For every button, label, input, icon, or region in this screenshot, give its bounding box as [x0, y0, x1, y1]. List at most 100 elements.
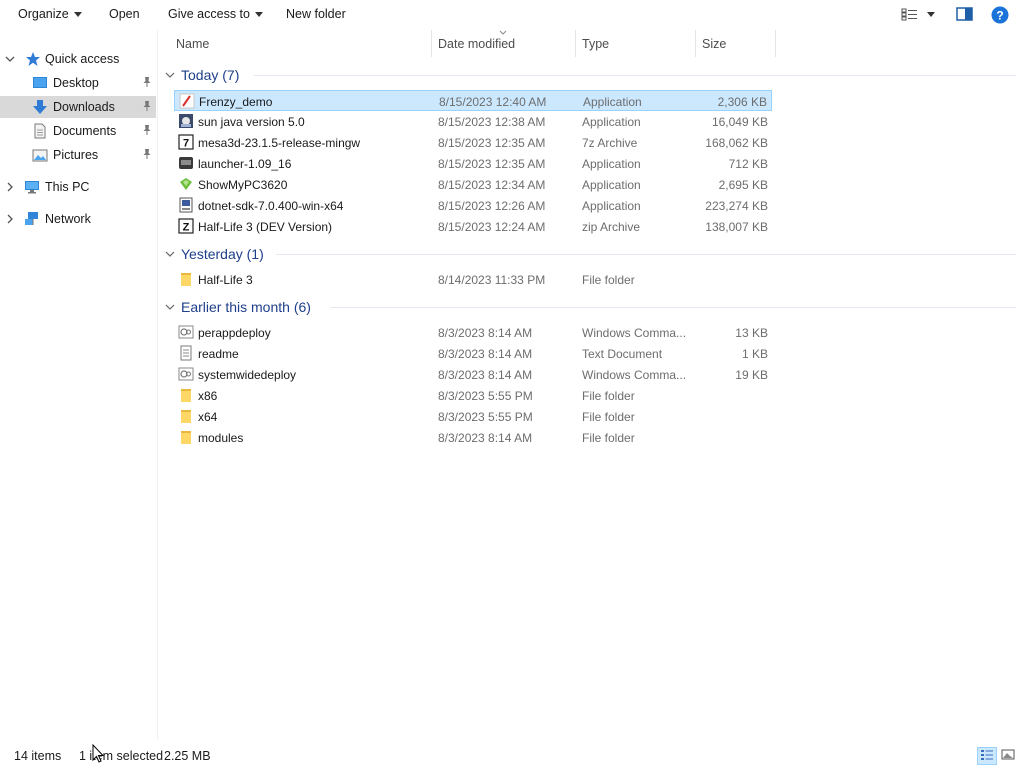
file-name: Half-Life 3 (DEV Version) — [198, 220, 333, 234]
zip-archive-icon: Z — [178, 218, 194, 234]
file-row[interactable]: dotnet-sdk-7.0.400-win-x64 8/15/2023 12:… — [174, 195, 772, 216]
organize-button[interactable]: Organize — [18, 7, 82, 21]
give-access-label: Give access to — [168, 7, 250, 21]
nav-item-downloads[interactable]: Downloads — [0, 96, 156, 118]
chevron-down-icon[interactable] — [5, 54, 15, 64]
file-row[interactable]: sun java version 5.0 8/15/2023 12:38 AM … — [174, 111, 772, 132]
file-type: File folder — [582, 389, 635, 403]
file-date: 8/3/2023 8:14 AM — [438, 431, 533, 445]
file-size: 2,695 KB — [718, 178, 768, 192]
new-folder-label: New folder — [286, 7, 346, 21]
nav-item-pictures[interactable]: Pictures — [0, 144, 156, 166]
file-type: Text Document — [582, 347, 663, 361]
change-view-button[interactable] — [901, 8, 935, 21]
large-icons-view-button[interactable] — [999, 747, 1019, 765]
mouse-cursor-icon — [92, 744, 105, 763]
file-row[interactable]: modules 8/3/2023 8:14 AM File folder — [174, 427, 772, 448]
pane-divider[interactable] — [157, 30, 158, 740]
frenzy-app-icon — [179, 93, 195, 109]
nav-item-quick-access[interactable]: Quick access — [0, 48, 156, 70]
open-button[interactable]: Open — [109, 7, 140, 21]
column-header-size-label: Size — [702, 36, 727, 51]
details-view-icon — [981, 750, 993, 760]
file-date: 8/15/2023 12:34 AM — [438, 178, 546, 192]
file-row[interactable]: Frenzy_demo 8/15/2023 12:40 AM Applicati… — [174, 90, 772, 111]
file-type: zip Archive — [582, 220, 641, 234]
column-header-size[interactable]: Size — [696, 30, 776, 57]
help-button[interactable]: ? — [991, 6, 1009, 24]
file-row[interactable]: perappdeploy 8/3/2023 8:14 AM Windows Co… — [174, 322, 772, 343]
group-divider — [330, 307, 1016, 308]
pin-icon[interactable] — [142, 76, 152, 88]
column-header-name[interactable]: Name — [170, 30, 432, 57]
navigation-pane: Quick access Desktop Downloads Documents… — [0, 30, 157, 740]
nav-item-documents[interactable]: Documents — [0, 120, 156, 142]
folder-icon — [181, 273, 191, 286]
file-name: mesa3d-23.1.5-release-mingw — [198, 136, 361, 150]
file-row[interactable]: x86 8/3/2023 5:55 PM File folder — [174, 385, 772, 406]
preview-pane-button[interactable] — [956, 7, 973, 22]
showmypc-app-icon — [180, 178, 192, 190]
file-row[interactable]: Half-Life 3 8/14/2023 11:33 PM File fold… — [174, 269, 772, 290]
group-label-today: Today (7) — [181, 67, 240, 83]
computer-icon — [25, 181, 39, 194]
file-type: File folder — [582, 410, 635, 424]
star-icon — [26, 52, 40, 66]
file-name: sun java version 5.0 — [198, 115, 305, 129]
nav-item-network[interactable]: Network — [0, 208, 156, 230]
status-bar: 14 items 1 item selected 2.25 MB — [0, 740, 1024, 768]
group-header-today[interactable]: Today (7) — [165, 64, 239, 86]
give-access-button[interactable]: Give access to — [168, 7, 263, 21]
group-label-yesterday: Yesterday (1) — [181, 246, 264, 262]
file-name: ShowMyPC3620 — [198, 178, 288, 192]
file-size: 223,274 KB — [705, 199, 768, 213]
file-date: 8/3/2023 8:14 AM — [438, 368, 533, 382]
launcher-app-icon — [179, 157, 193, 169]
file-type: Application — [582, 157, 641, 171]
new-folder-button[interactable]: New folder — [286, 7, 346, 21]
file-size: 13 KB — [735, 326, 768, 340]
file-size: 19 KB — [735, 368, 768, 382]
dotnet-installer-icon — [179, 197, 193, 213]
pin-icon[interactable] — [142, 100, 152, 112]
file-row[interactable]: Z Half-Life 3 (DEV Version) 8/15/2023 12… — [174, 216, 772, 237]
file-date: 8/3/2023 5:55 PM — [438, 410, 533, 424]
file-type: File folder — [582, 273, 635, 287]
network-icon — [25, 212, 38, 225]
file-row[interactable]: launcher-1.09_16 8/15/2023 12:35 AM Appl… — [174, 153, 772, 174]
chevron-right-icon[interactable] — [5, 182, 15, 192]
svg-text:7: 7 — [183, 138, 189, 150]
column-header-name-label: Name — [176, 36, 210, 51]
nav-item-this-pc[interactable]: This PC — [0, 176, 156, 198]
command-bar: Organize Open Give access to New folder — [0, 0, 1024, 30]
file-row[interactable]: x64 8/3/2023 5:55 PM File folder — [174, 406, 772, 427]
file-name: Half-Life 3 — [198, 273, 253, 287]
chevron-right-icon[interactable] — [5, 214, 15, 224]
file-size: 16,049 KB — [711, 115, 768, 129]
group-header-yesterday[interactable]: Yesterday (1) — [165, 243, 264, 265]
file-row[interactable]: ShowMyPC3620 8/15/2023 12:34 AM Applicat… — [174, 174, 772, 195]
pin-icon[interactable] — [142, 124, 152, 136]
nav-label-downloads: Downloads — [53, 100, 115, 114]
file-row[interactable]: 7 mesa3d-23.1.5-release-mingw 8/15/2023 … — [174, 132, 772, 153]
file-type: Windows Comma... — [582, 368, 687, 382]
group-label-earlier: Earlier this month (6) — [181, 299, 311, 315]
column-header-date-label: Date modified — [438, 36, 516, 51]
document-icon — [34, 123, 46, 139]
file-row[interactable]: systemwidedeploy 8/3/2023 8:14 AM Window… — [174, 364, 772, 385]
pin-icon[interactable] — [142, 148, 152, 160]
cmd-script-icon — [178, 367, 194, 381]
column-header-date-modified[interactable]: Date modified — [432, 30, 576, 57]
file-name: systemwidedeploy — [198, 368, 297, 382]
group-header-earlier-this-month[interactable]: Earlier this month (6) — [165, 296, 311, 318]
column-header-type[interactable]: Type — [576, 30, 696, 57]
help-icon: ? — [991, 6, 1009, 24]
details-view-button[interactable] — [977, 747, 997, 765]
desktop-icon — [33, 77, 47, 88]
file-date: 8/15/2023 12:40 AM — [439, 95, 547, 109]
file-type: Windows Comma... — [582, 326, 687, 340]
file-row[interactable]: readme 8/3/2023 8:14 AM Text Document 1 … — [174, 343, 772, 364]
file-date: 8/15/2023 12:24 AM — [438, 220, 546, 234]
file-type: Application — [582, 115, 641, 129]
nav-item-desktop[interactable]: Desktop — [0, 72, 156, 94]
